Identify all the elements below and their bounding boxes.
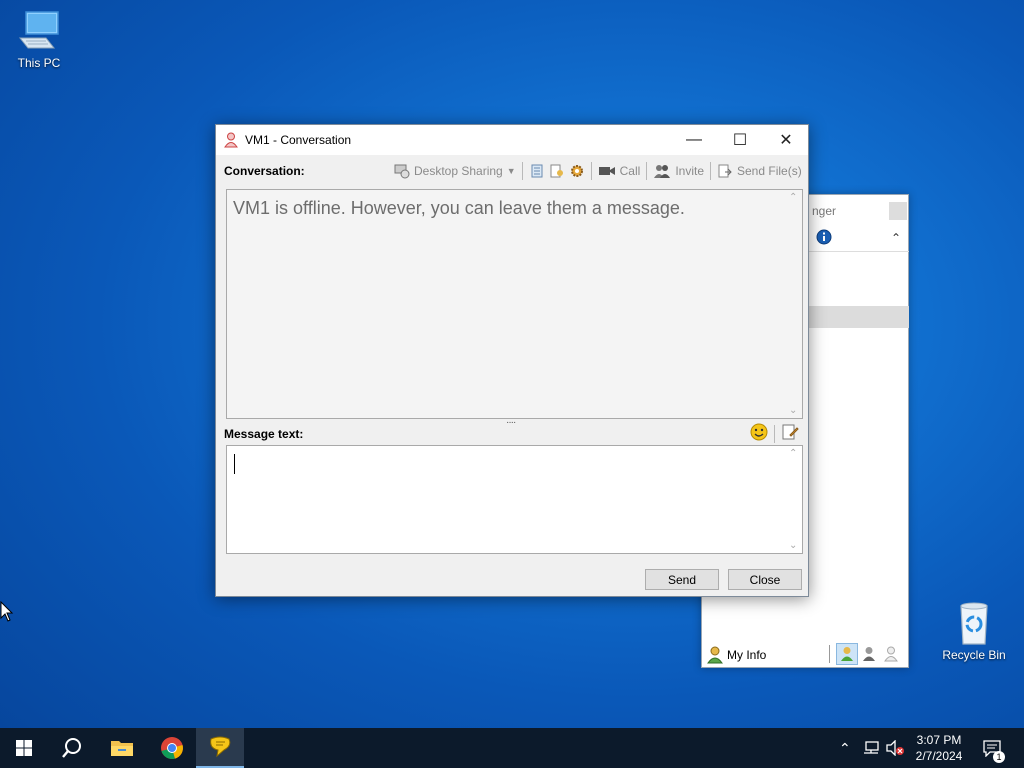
history-icon	[531, 164, 543, 178]
text-caret	[234, 454, 235, 474]
pc-icon	[18, 11, 59, 49]
clock[interactable]: 3:07 PM 2/7/2024	[906, 732, 972, 764]
info-icon[interactable]	[816, 229, 832, 248]
toolbar-separator	[710, 162, 711, 180]
window-title: VM1 - Conversation	[245, 133, 352, 147]
offline-notice: VM1 is offline. However, you can leave t…	[233, 198, 685, 218]
maximize-button[interactable]: ☐	[717, 125, 763, 155]
online-user-icon	[841, 647, 853, 661]
scroll-up-icon[interactable]: ⌃	[789, 192, 797, 203]
chrome-button[interactable]	[148, 728, 196, 768]
message-box[interactable]: ⌃ ⌄	[226, 445, 803, 554]
invite-icon	[654, 165, 671, 178]
clock-date: 2/7/2024	[915, 749, 963, 763]
send-files-button[interactable]: Send File(s)	[717, 163, 802, 179]
toolbar-separator	[646, 162, 648, 180]
desktop-sharing-icon	[394, 164, 410, 179]
conversation-titlebar[interactable]: VM1 - Conversation — ☐ ✕	[216, 125, 808, 155]
chrome-icon	[161, 737, 183, 759]
send-button[interactable]: Send	[645, 569, 719, 590]
smiley-icon[interactable]	[750, 423, 768, 444]
show-hidden-icons-button[interactable]: ⌃	[839, 728, 851, 768]
conversation-toolbar: Desktop Sharing ▼ Call Invite Send File(…	[394, 160, 802, 182]
taskbar: ⌃ 3:07 PM 2/7/2024	[0, 728, 1024, 768]
file-icon	[550, 164, 563, 178]
chevron-up-icon: ⌃	[839, 739, 851, 756]
messenger-taskbar-button[interactable]	[196, 728, 244, 768]
send-files-label: Send File(s)	[737, 164, 802, 178]
scroll-down-icon[interactable]: ⌄	[789, 405, 797, 416]
chevron-down-icon: ▼	[506, 166, 516, 176]
status-away-button[interactable]	[858, 643, 880, 665]
my-info-label: My Info	[727, 648, 767, 662]
this-pc-desktop-icon[interactable]: This PC	[3, 8, 75, 70]
message-tools	[750, 423, 799, 444]
footer-separator	[829, 645, 830, 663]
tools-separator	[774, 424, 775, 443]
contact-list-selected-row[interactable]	[808, 306, 909, 328]
send-file-icon	[718, 164, 732, 178]
start-button[interactable]	[0, 728, 48, 768]
file-explorer-button[interactable]	[98, 728, 146, 768]
volume-muted-icon	[886, 740, 904, 756]
call-label: Call	[619, 164, 641, 178]
my-info-button[interactable]: My Info	[707, 646, 766, 664]
start-icon	[16, 740, 32, 756]
message-scrollbar[interactable]: ⌃ ⌄	[786, 446, 802, 553]
offline-user-icon	[884, 646, 898, 662]
video-icon	[598, 167, 615, 175]
chevron-up-icon[interactable]: ⌃	[891, 231, 901, 245]
status-online-button[interactable]	[836, 643, 858, 665]
invite-button[interactable]: Invite	[653, 163, 704, 179]
messenger-title-fragment: nger	[812, 204, 837, 218]
network-tray-button[interactable]	[862, 728, 880, 768]
folder-icon	[111, 741, 133, 756]
notification-count-badge: 1	[993, 751, 1005, 763]
conversation-label: Conversation:	[224, 164, 305, 178]
messenger-icon	[210, 736, 231, 758]
history-scrollbar[interactable]: ⌃ ⌄	[786, 190, 802, 418]
desktop-sharing-label: Desktop Sharing	[414, 164, 503, 178]
toolbar-separator	[521, 162, 523, 180]
this-pc-label: This PC	[17, 56, 61, 70]
invite-label: Invite	[675, 164, 704, 178]
desktop-sharing-button[interactable]: Desktop Sharing ▼	[394, 163, 516, 179]
messenger-divider	[808, 251, 909, 252]
messenger-footer: My Info	[702, 639, 908, 667]
search-icon	[62, 738, 81, 758]
close-window-button[interactable]: ✕	[763, 125, 809, 155]
file-button[interactable]	[549, 163, 565, 179]
network-icon	[864, 741, 879, 754]
minimize-button[interactable]: —	[671, 125, 717, 155]
toolbar-separator	[590, 162, 592, 180]
volume-tray-button[interactable]	[885, 728, 905, 768]
messenger-close-area[interactable]	[889, 202, 907, 220]
recycle-bin-icon	[960, 602, 988, 645]
away-user-icon	[863, 647, 875, 661]
scroll-up-icon[interactable]: ⌃	[789, 448, 797, 459]
conversation-window[interactable]: VM1 - Conversation — ☐ ✕ Conversation: D…	[215, 124, 809, 597]
search-button[interactable]	[48, 728, 96, 768]
message-text-label: Message text:	[224, 427, 304, 441]
pane-splitter[interactable]: ····	[506, 417, 516, 428]
close-button[interactable]: Close	[728, 569, 802, 590]
message-input[interactable]	[231, 450, 781, 472]
conversation-history[interactable]: VM1 is offline. However, you can leave t…	[226, 189, 803, 419]
edit-icon[interactable]	[781, 423, 799, 444]
recycle-bin-desktop-icon[interactable]: Recycle Bin	[938, 600, 1010, 662]
status-offline-button[interactable]	[880, 643, 902, 665]
recycle-bin-label: Recycle Bin	[942, 648, 1006, 662]
settings-icon	[570, 165, 583, 177]
mouse-pointer-icon	[0, 601, 14, 622]
user-icon	[707, 646, 723, 664]
settings-button[interactable]	[569, 163, 585, 179]
call-button[interactable]: Call	[598, 164, 641, 178]
clock-time: 3:07 PM	[916, 733, 962, 747]
history-button[interactable]	[529, 163, 545, 179]
user-icon	[224, 132, 238, 151]
scroll-down-icon[interactable]: ⌄	[789, 540, 797, 551]
